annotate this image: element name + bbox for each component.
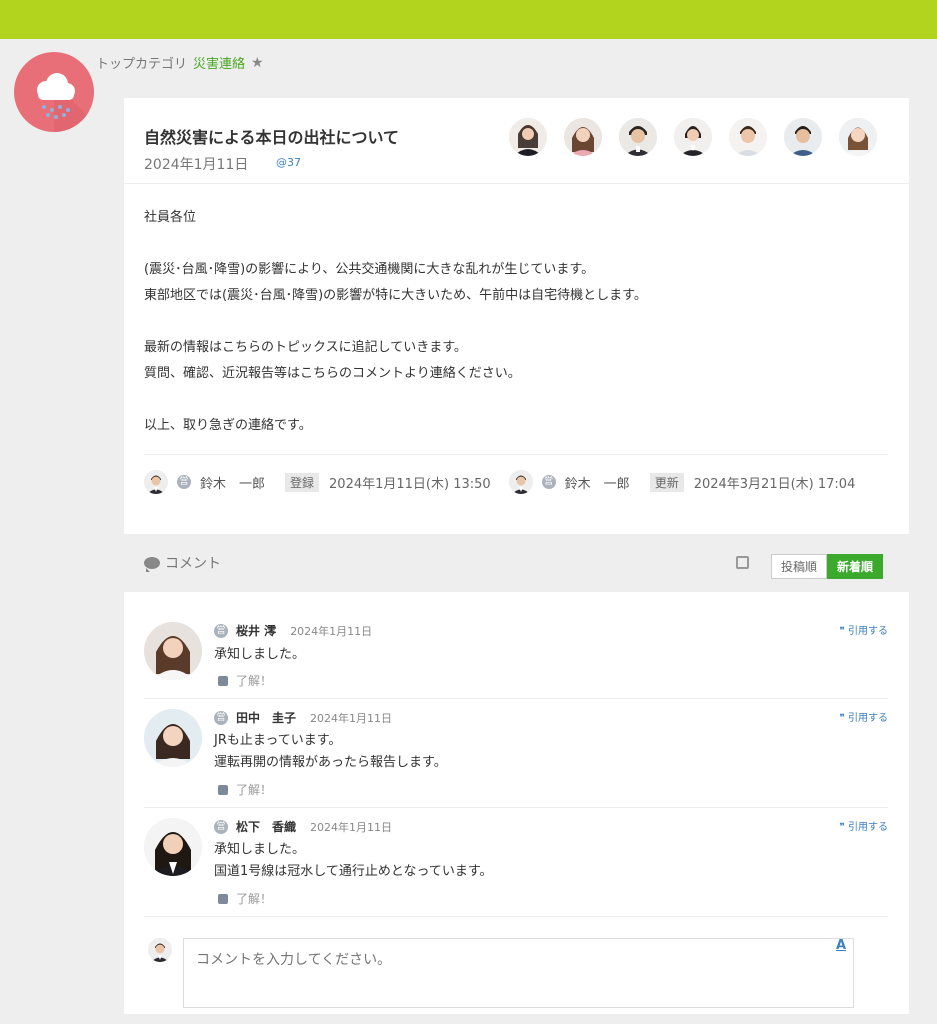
post-meta: 営 鈴木 一郎 登録 2024年1月11日(木) 13:50 営 鈴木 一郎 更… <box>144 454 888 509</box>
comment-date: 2024年1月11日 <box>290 624 373 638</box>
post-title: 自然災害による本日の出社について <box>144 128 400 147</box>
sort-posted-button[interactable]: 投稿順 <box>771 554 828 579</box>
thumbs-up-icon <box>218 675 228 686</box>
comment-line: 承知しました。 <box>214 842 306 857</box>
popout-icon[interactable] <box>736 556 749 569</box>
avatar[interactable] <box>564 118 602 156</box>
department-badge-icon: 営 <box>214 623 228 638</box>
author-avatar[interactable] <box>144 470 168 494</box>
comment-date: 2024年1月11日 <box>310 711 393 725</box>
breadcrumb-root[interactable]: トップカテゴリ <box>96 53 187 72</box>
avatar[interactable] <box>509 118 547 156</box>
favorite-star-icon[interactable]: ★ <box>251 55 264 71</box>
department-badge-icon: 営 <box>214 819 228 834</box>
updater-avatar[interactable] <box>508 470 533 494</box>
quote-label: 引用する <box>848 626 888 637</box>
created-tag: 登録 <box>285 472 320 492</box>
like-button[interactable]: 了解！ <box>218 890 272 907</box>
comment-text: JRも止まっています。 運転再開の情報があったら報告します。 <box>214 730 447 774</box>
department-badge-icon: 営 <box>177 475 191 489</box>
department-badge-icon: 営 <box>214 710 228 725</box>
current-user-avatar <box>148 938 172 962</box>
author-name[interactable]: 鈴木 一郎 <box>200 473 265 492</box>
comment-date: 2024年1月11日 <box>310 820 393 834</box>
comment-line: 運転再開の情報があったら報告します。 <box>214 755 447 770</box>
quote-button[interactable]: ❞ 引用する <box>839 818 888 833</box>
quote-icon: ❞ <box>839 822 848 833</box>
post-salutation: 社員各位 <box>144 210 197 225</box>
post-card: 自然災害による本日の出社について 2024年1月11日 @37 社員各位 (震災… <box>124 98 909 534</box>
post-id: @37 <box>276 156 301 169</box>
rain-cloud-category-icon <box>14 52 94 132</box>
comments-list: 営 桜井 澪 2024年1月11日 承知しました。 了解！ ❞ 引用する 営 田… <box>124 592 909 1014</box>
like-button[interactable]: 了解！ <box>218 781 272 798</box>
post-closing: 以上、取り急ぎの連絡です。 <box>144 418 312 433</box>
comments-label: コメント <box>144 553 221 573</box>
breadcrumb-current[interactable]: 災害連絡 <box>193 53 245 72</box>
like-button[interactable]: 了解！ <box>218 672 272 689</box>
quote-label: 引用する <box>848 822 888 833</box>
comments-label-text: コメント <box>165 556 221 572</box>
like-label: 了解！ <box>236 783 273 797</box>
text-format-button[interactable]: A <box>836 938 846 953</box>
quote-icon: ❞ <box>839 626 848 637</box>
comment-text: 承知しました。 国道1号線は冠水して通行止めとなっています。 <box>214 839 493 883</box>
comment-input[interactable] <box>183 938 854 1008</box>
thumbs-up-icon <box>218 893 228 904</box>
comment-text: 承知しました。 <box>214 644 305 666</box>
updated-datetime: 2024年3月21日(木) 17:04 <box>693 476 856 492</box>
sort-newest-button[interactable]: 新着順 <box>827 554 884 579</box>
like-label: 了解！ <box>236 674 273 688</box>
commenter-name[interactable]: 田中 圭子 <box>236 709 296 726</box>
avatar[interactable] <box>784 118 822 156</box>
quote-button[interactable]: ❞ 引用する <box>839 622 888 637</box>
post-body-line: 最新の情報はこちらのトピックスに追記していきます。 <box>144 340 467 355</box>
comment-header: コメント 投稿順 新着順 <box>124 540 909 588</box>
thumbs-up-icon <box>218 784 228 795</box>
quote-icon: ❞ <box>839 713 848 724</box>
commenter-avatar[interactable] <box>144 709 202 767</box>
like-label: 了解！ <box>236 892 273 906</box>
commenter-name[interactable]: 松下 香織 <box>236 818 296 835</box>
post-body-line: (震災･台風･降雪)の影響により、公共交通機関に大きな乱れが生じています。 <box>144 262 595 277</box>
commenter-name[interactable]: 桜井 澪 <box>236 622 276 639</box>
updated-tag: 更新 <box>649 472 684 492</box>
comment-header-row: 営 田中 圭子 2024年1月11日 <box>214 709 392 726</box>
comment-bubble-icon <box>144 557 160 572</box>
comment-item: 営 桜井 澪 2024年1月11日 承知しました。 了解！ ❞ 引用する <box>144 610 888 699</box>
sort-toggle: 投稿順 新着順 <box>771 554 884 579</box>
comment-item: 営 松下 香織 2024年1月11日 承知しました。 国道1号線は冠水して通行止… <box>144 808 888 917</box>
breadcrumb: トップカテゴリ 災害連絡 ★ <box>96 53 264 73</box>
comment-line: 国道1号線は冠水して通行止めとなっています。 <box>214 864 493 879</box>
comment-header-row: 営 松下 香織 2024年1月11日 <box>214 818 392 835</box>
updater-name[interactable]: 鈴木 一郎 <box>565 473 630 492</box>
comment-line: JRも止まっています。 <box>214 733 342 748</box>
created-datetime: 2024年1月11日(木) 13:50 <box>329 476 491 492</box>
top-bar <box>0 0 937 39</box>
avatar[interactable] <box>839 118 877 156</box>
post-body: 社員各位 (震災･台風･降雪)の影響により、公共交通機関に大きな乱れが生じていま… <box>144 205 889 439</box>
created-info: 営 鈴木 一郎 登録 2024年1月11日(木) 13:50 <box>144 470 491 494</box>
avatar[interactable] <box>619 118 657 156</box>
updated-info: 営 鈴木 一郎 更新 2024年3月21日(木) 17:04 <box>508 470 856 494</box>
post-header: 自然災害による本日の出社について 2024年1月11日 @37 <box>124 98 909 184</box>
post-date: 2024年1月11日 <box>144 157 249 173</box>
quote-label: 引用する <box>848 713 888 724</box>
comment-line: 承知しました。 <box>214 647 306 662</box>
department-badge-icon: 営 <box>541 475 556 489</box>
post-body-line: 質問、確認、近況報告等はこちらのコメントより連絡ください。 <box>144 366 521 381</box>
avatar[interactable] <box>674 118 712 156</box>
avatar[interactable] <box>729 118 767 156</box>
quote-button[interactable]: ❞ 引用する <box>839 709 888 724</box>
comment-item: 営 田中 圭子 2024年1月11日 JRも止まっています。 運転再開の情報があ… <box>144 699 888 808</box>
readers-avatars <box>509 118 877 156</box>
commenter-avatar[interactable] <box>144 818 202 876</box>
commenter-avatar[interactable] <box>144 622 202 680</box>
comment-header-row: 営 桜井 澪 2024年1月11日 <box>214 622 372 639</box>
post-body-line: 東部地区では(震災･台風･降雪)の影響が特に大きいため、午前中は自宅待機とします… <box>144 288 647 303</box>
